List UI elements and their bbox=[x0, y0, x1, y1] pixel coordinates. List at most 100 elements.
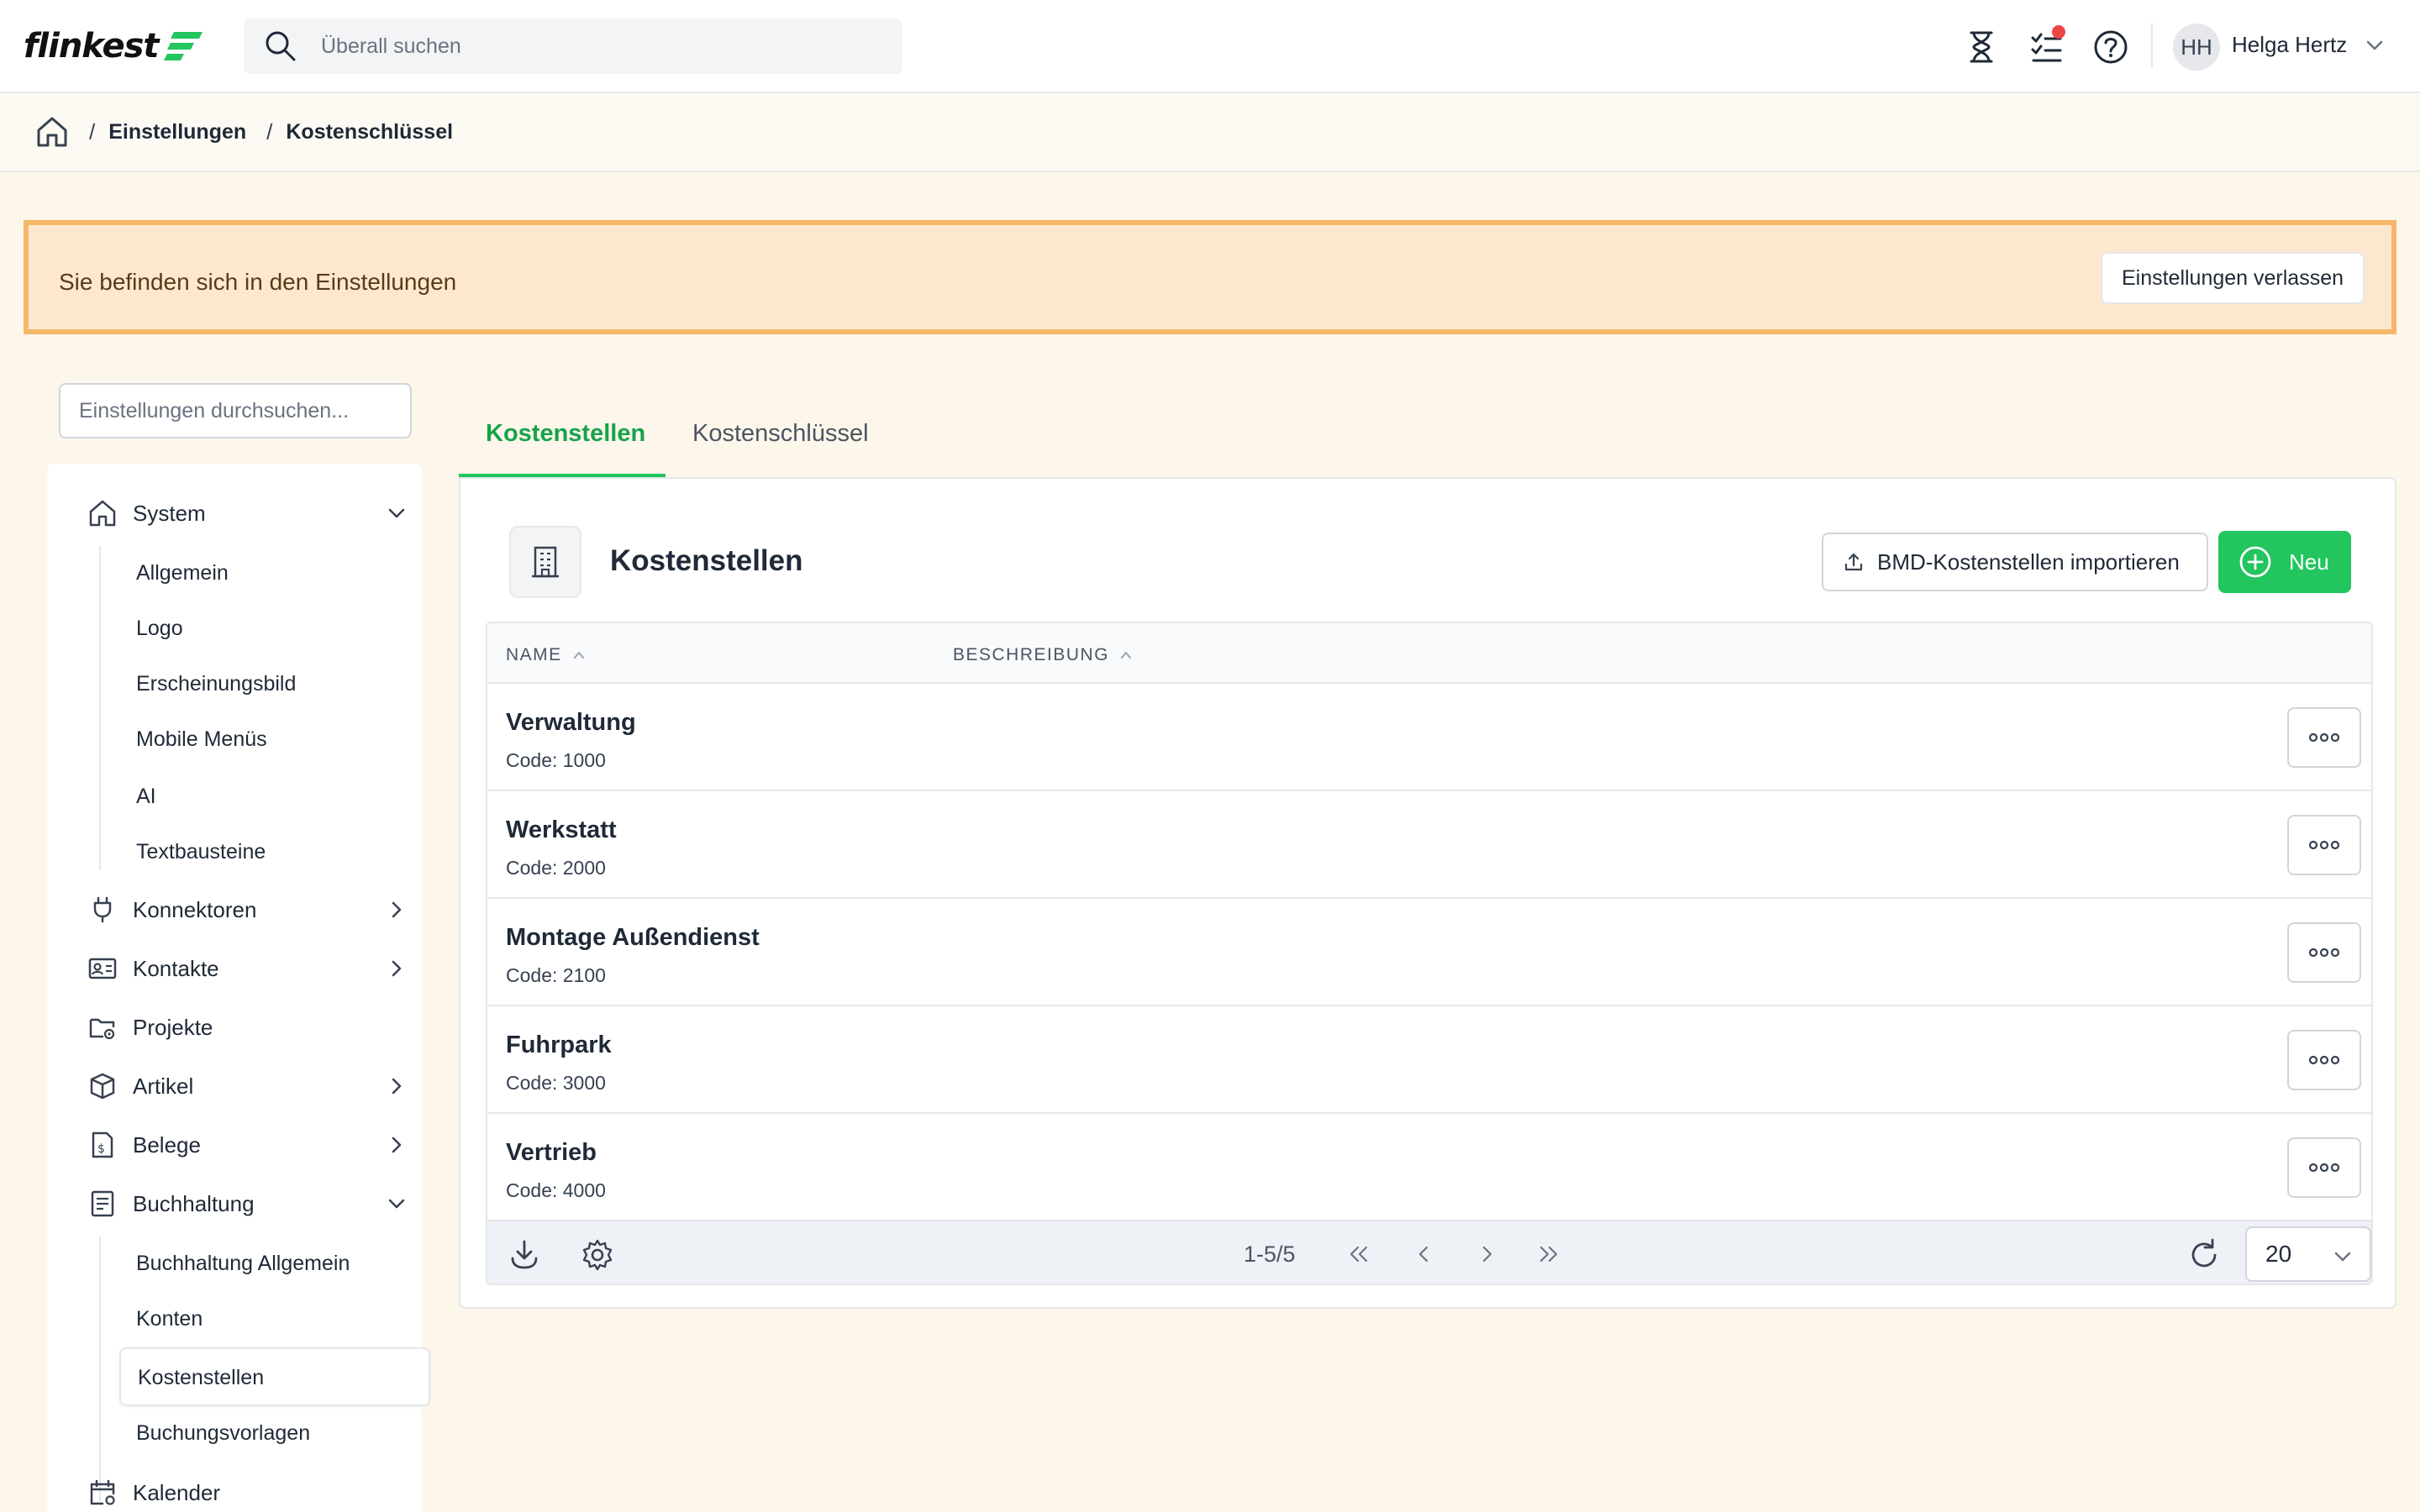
help-icon[interactable] bbox=[2087, 24, 2134, 71]
chevron-right-icon bbox=[387, 900, 407, 920]
chevron-down-icon[interactable] bbox=[2365, 35, 2385, 55]
breadcrumb-separator: / bbox=[89, 118, 96, 144]
hourglass-icon[interactable] bbox=[1958, 24, 2005, 71]
row-code: Code: 4000 bbox=[506, 1179, 606, 1201]
sidebar-item-label: Projekte bbox=[133, 1014, 213, 1040]
row-code: Code: 2000 bbox=[506, 857, 606, 879]
sidebar-subitem-label: Kostenstellen bbox=[138, 1365, 265, 1389]
global-search-input[interactable]: Überall suchen bbox=[244, 18, 902, 74]
sidebar-subitem-erscheinungsbild[interactable]: Erscheinungsbild bbox=[136, 667, 296, 701]
settings-banner: Sie befinden sich in den Einstellungen E… bbox=[24, 220, 2396, 334]
breadcrumb: / Einstellungen / Kostenschlüssel bbox=[0, 93, 2420, 172]
next-page-icon[interactable] bbox=[1479, 1244, 1496, 1264]
chevron-down-icon bbox=[387, 503, 407, 523]
table-row[interactable]: Verwaltung Code: 1000 bbox=[487, 684, 2371, 791]
sidebar-item-projekte[interactable]: Projekte bbox=[87, 1006, 407, 1048]
breadcrumb-item-einstellungen[interactable]: Einstellungen bbox=[108, 120, 246, 144]
receipt-icon: $ bbox=[87, 1130, 118, 1160]
sidebar-subitem-textbausteine[interactable]: Textbausteine bbox=[136, 835, 266, 869]
plug-icon bbox=[87, 895, 118, 925]
refresh-icon[interactable] bbox=[2186, 1237, 2222, 1273]
submenu-line bbox=[99, 546, 101, 870]
page-size-value: 20 bbox=[2265, 1241, 2292, 1267]
row-code: Code: 1000 bbox=[506, 749, 606, 771]
table-row[interactable]: Fuhrpark Code: 3000 bbox=[487, 1006, 2371, 1114]
notification-dot bbox=[2052, 25, 2065, 39]
first-page-icon[interactable] bbox=[1348, 1244, 1370, 1264]
sidebar-item-label: Belege bbox=[133, 1131, 201, 1158]
column-header-label: NAME bbox=[506, 645, 562, 664]
new-button[interactable]: Neu bbox=[2218, 531, 2351, 593]
banner-text: Sie befinden sich in den Einstellungen bbox=[59, 269, 457, 295]
sidebar-subitem-logo[interactable]: Logo bbox=[136, 612, 183, 645]
pagination-range: 1-5/5 bbox=[1244, 1242, 1296, 1267]
sidebar-subitem-buchungsvorlagen[interactable]: Buchungsvorlagen bbox=[136, 1416, 310, 1450]
sidebar-item-konnektoren[interactable]: Konnektoren bbox=[87, 889, 407, 931]
sidebar-item-system[interactable]: System bbox=[87, 492, 407, 534]
previous-page-icon[interactable] bbox=[1415, 1244, 1432, 1264]
logo-mark-icon bbox=[162, 27, 204, 66]
sidebar-subitem-buchhaltung-allgemein[interactable]: Buchhaltung Allgemein bbox=[136, 1247, 350, 1280]
row-actions-button[interactable] bbox=[2287, 815, 2361, 875]
page-size-select[interactable]: 20 bbox=[2245, 1226, 2371, 1282]
user-name[interactable]: Helga Hertz bbox=[2232, 32, 2347, 58]
sidebar-item-label: Buchhaltung bbox=[133, 1190, 255, 1216]
sidebar-item-label: Kontakte bbox=[133, 955, 219, 981]
new-button-label: Neu bbox=[2289, 549, 2329, 575]
avatar[interactable]: HH bbox=[2173, 24, 2220, 71]
sidebar-subitem-ai[interactable]: AI bbox=[136, 780, 156, 813]
table-row[interactable]: Werkstatt Code: 2000 bbox=[487, 791, 2371, 899]
chevron-down-icon bbox=[387, 1194, 407, 1214]
column-header-beschreibung[interactable]: BESCHREIBUNG bbox=[953, 645, 1133, 665]
row-actions-button[interactable] bbox=[2287, 922, 2361, 983]
table-footer: 1-5/5 20 bbox=[487, 1221, 2371, 1284]
sidebar-subitem-konten[interactable]: Konten bbox=[136, 1302, 203, 1336]
logo[interactable]: flinkest bbox=[24, 25, 204, 67]
search-placeholder: Überall suchen bbox=[321, 34, 461, 58]
cost-centers-card: Kostenstellen BMD-Kostenstellen importie… bbox=[459, 477, 2396, 1309]
settings-search-input[interactable]: Einstellungen durchsuchen... bbox=[59, 383, 412, 438]
sidebar-item-belege[interactable]: $ Belege bbox=[87, 1124, 407, 1166]
chevron-right-icon bbox=[387, 1076, 407, 1096]
row-name: Verwaltung bbox=[506, 709, 636, 736]
sidebar-item-label: Kalender bbox=[133, 1479, 221, 1505]
submenu-line bbox=[99, 1236, 101, 1502]
cost-centers-table: NAME BESCHREIBUNG Verwaltung Code: 1000 … bbox=[486, 622, 2373, 1285]
table-row[interactable]: Vertrieb Code: 4000 bbox=[487, 1114, 2371, 1221]
more-horizontal-icon bbox=[2307, 840, 2341, 850]
row-actions-button[interactable] bbox=[2287, 707, 2361, 768]
leave-settings-button[interactable]: Einstellungen verlassen bbox=[2101, 252, 2365, 304]
tab-kostenschluessel[interactable]: Kostenschlüssel bbox=[692, 420, 869, 454]
folder-gear-icon bbox=[87, 1012, 118, 1042]
sort-asc-icon bbox=[572, 648, 586, 662]
sidebar-subitem-kostenstellen[interactable]: Kostenstellen bbox=[119, 1347, 430, 1406]
import-bmd-button[interactable]: BMD-Kostenstellen importieren bbox=[1822, 533, 2208, 591]
top-bar: flinkest Überall suchen HH Helga Hertz bbox=[0, 0, 2420, 93]
sidebar-item-kalender[interactable]: Kalender bbox=[87, 1472, 407, 1512]
breadcrumb-separator: / bbox=[266, 118, 273, 144]
plus-circle-icon bbox=[2238, 545, 2272, 579]
table-row[interactable]: Montage Außendienst Code: 2100 bbox=[487, 899, 2371, 1006]
column-header-name[interactable]: NAME bbox=[506, 645, 586, 665]
tasks-icon[interactable] bbox=[2023, 24, 2070, 71]
column-header-label: BESCHREIBUNG bbox=[953, 645, 1110, 664]
sidebar-subitem-allgemein[interactable]: Allgemein bbox=[136, 556, 229, 590]
sidebar-subitem-mobile-menues[interactable]: Mobile Menüs bbox=[136, 722, 267, 756]
sidebar-item-kontakte[interactable]: Kontakte bbox=[87, 948, 407, 990]
contact-card-icon bbox=[87, 953, 118, 984]
row-name: Fuhrpark bbox=[506, 1032, 612, 1058]
chevron-right-icon bbox=[387, 1135, 407, 1155]
home-icon[interactable] bbox=[35, 115, 69, 149]
sidebar-item-buchhaltung[interactable]: Buchhaltung bbox=[87, 1183, 407, 1225]
tab-kostenstellen[interactable]: Kostenstellen bbox=[486, 420, 645, 454]
logo-text: flinkest bbox=[24, 27, 160, 66]
calendar-gear-icon bbox=[87, 1478, 118, 1508]
last-page-icon[interactable] bbox=[1538, 1244, 1560, 1264]
download-icon[interactable] bbox=[508, 1237, 541, 1271]
table-settings-icon[interactable] bbox=[580, 1237, 615, 1273]
sidebar-item-artikel[interactable]: Artikel bbox=[87, 1065, 407, 1107]
row-actions-button[interactable] bbox=[2287, 1137, 2361, 1198]
row-actions-button[interactable] bbox=[2287, 1030, 2361, 1090]
settings-sidebar: System Allgemein Logo Erscheinungsbild M… bbox=[47, 464, 430, 1512]
chevron-right-icon bbox=[387, 958, 407, 979]
